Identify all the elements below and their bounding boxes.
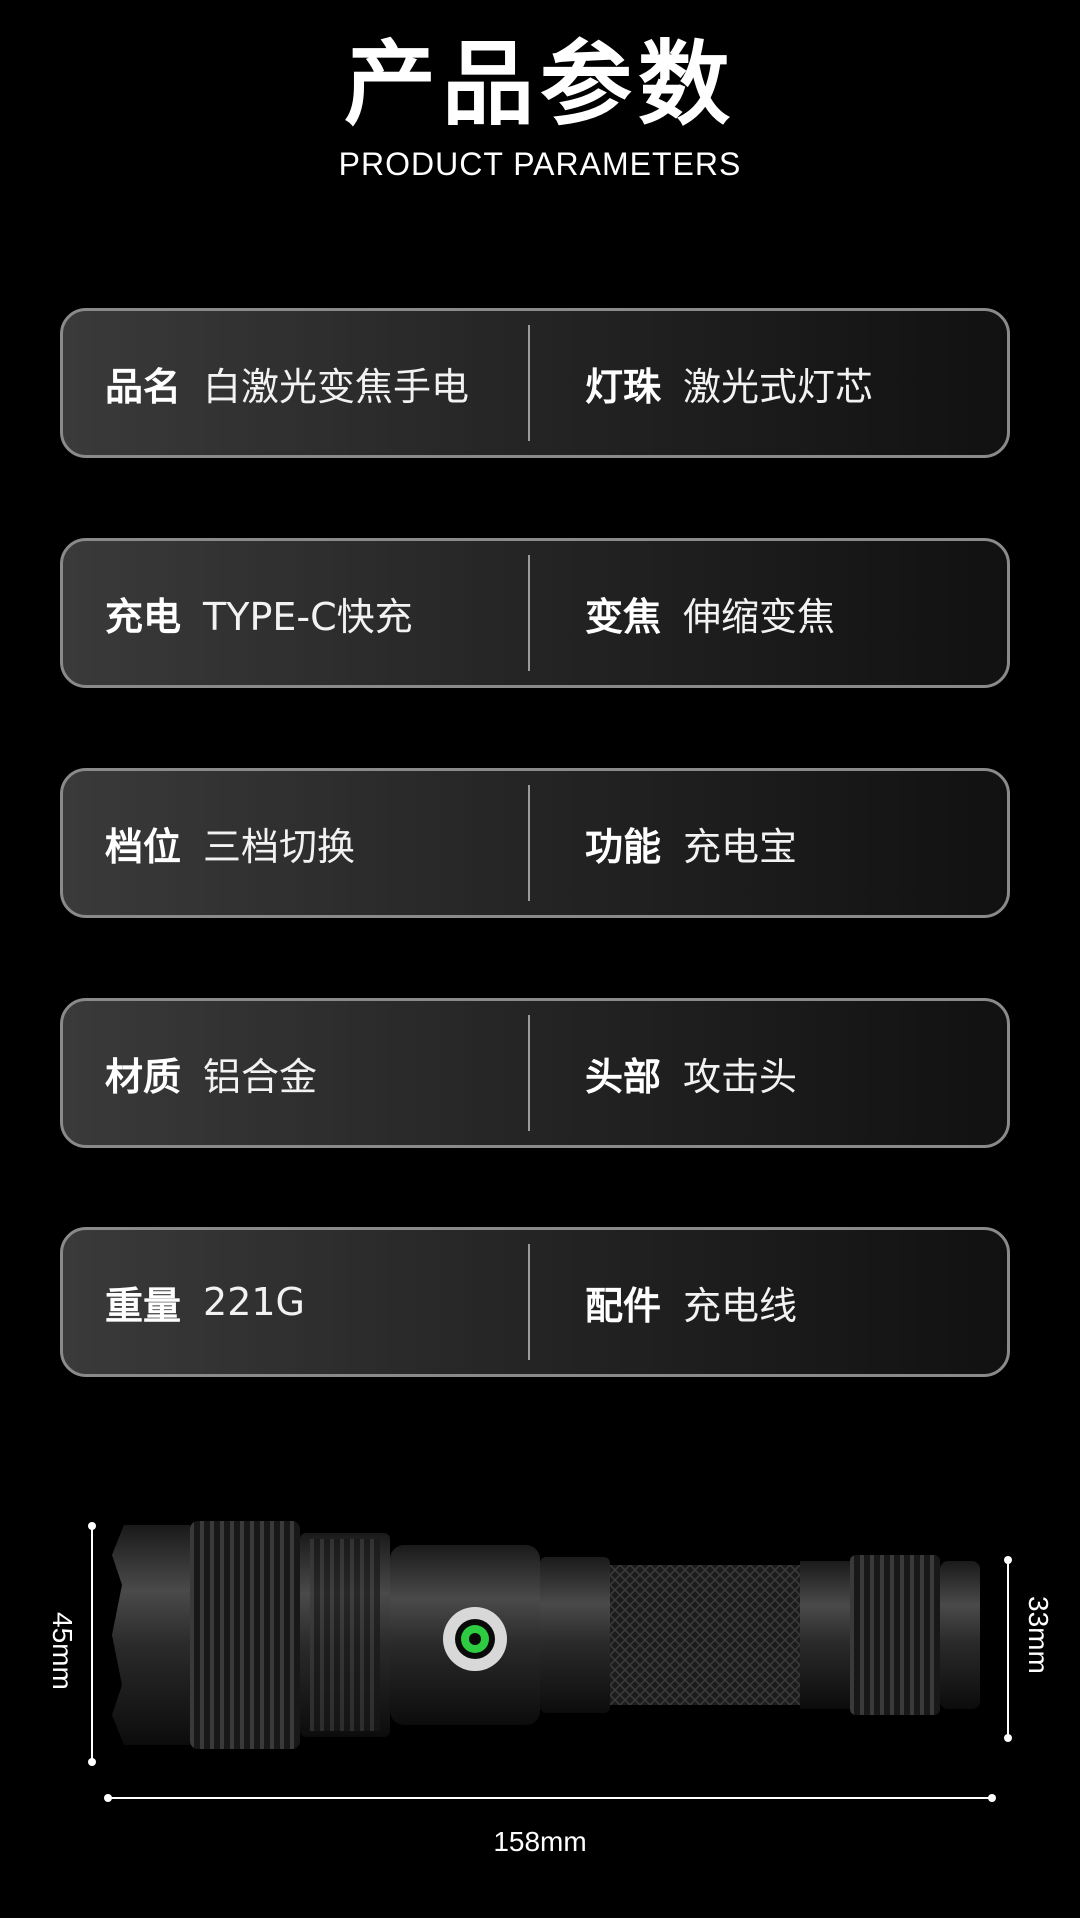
param-cell: 功能 充电宝 [585,771,797,915]
param-key: 充电 [105,594,182,639]
param-value: 充电线 [683,1283,798,1328]
param-row: 材质 铝合金 头部 攻击头 [60,998,1010,1148]
divider [528,555,530,671]
flashlight-image [112,1521,980,1749]
param-cell: 档位 三档切换 [105,771,355,915]
param-row: 品名 白激光变焦手电 灯珠 激光式灯芯 [60,308,1010,458]
param-value: 攻击头 [683,1054,798,1099]
param-row: 重量 221G 配件 充电线 [60,1227,1010,1377]
param-row: 充电 TYPE-C快充 变焦 伸缩变焦 [60,538,1010,688]
param-value: 伸缩变焦 [683,594,836,639]
param-value: 221G [203,1280,305,1324]
height-left-label: 45mm [47,1612,78,1690]
param-value: 充电宝 [683,824,798,869]
divider [528,325,530,441]
height-right-label: 33mm [1023,1596,1054,1674]
divider [528,785,530,901]
param-value: 激光式灯芯 [683,364,874,409]
param-cell: 材质 铝合金 [105,1001,317,1145]
param-cell: 品名 白激光变焦手电 [105,311,469,455]
divider [528,1015,530,1131]
param-value: TYPE-C快充 [203,594,413,639]
param-cell: 头部 攻击头 [585,1001,797,1145]
param-key: 品名 [105,364,182,409]
param-key: 材质 [105,1054,182,1099]
param-key: 档位 [105,824,182,869]
param-cell: 重量 221G [105,1230,305,1374]
page-title: 产品参数 [343,31,736,138]
param-row: 档位 三档切换 功能 充电宝 [60,768,1010,918]
param-cell: 配件 充电线 [585,1230,797,1374]
param-value: 铝合金 [203,1054,318,1099]
param-key: 变焦 [585,594,662,639]
param-key: 灯珠 [585,364,662,409]
param-cell: 变焦 伸缩变焦 [585,541,835,685]
param-key: 头部 [585,1054,662,1099]
param-value: 白激光变焦手电 [203,364,470,409]
page-subtitle: PRODUCT PARAMETERS [338,146,742,182]
param-cell: 充电 TYPE-C快充 [105,541,413,685]
length-label: 158mm [493,1826,587,1857]
divider [528,1244,530,1360]
param-value: 三档切换 [203,824,356,869]
param-key: 重量 [105,1283,182,1328]
param-cell: 灯珠 激光式灯芯 [585,311,873,455]
param-key: 功能 [585,824,662,869]
param-key: 配件 [585,1283,662,1328]
